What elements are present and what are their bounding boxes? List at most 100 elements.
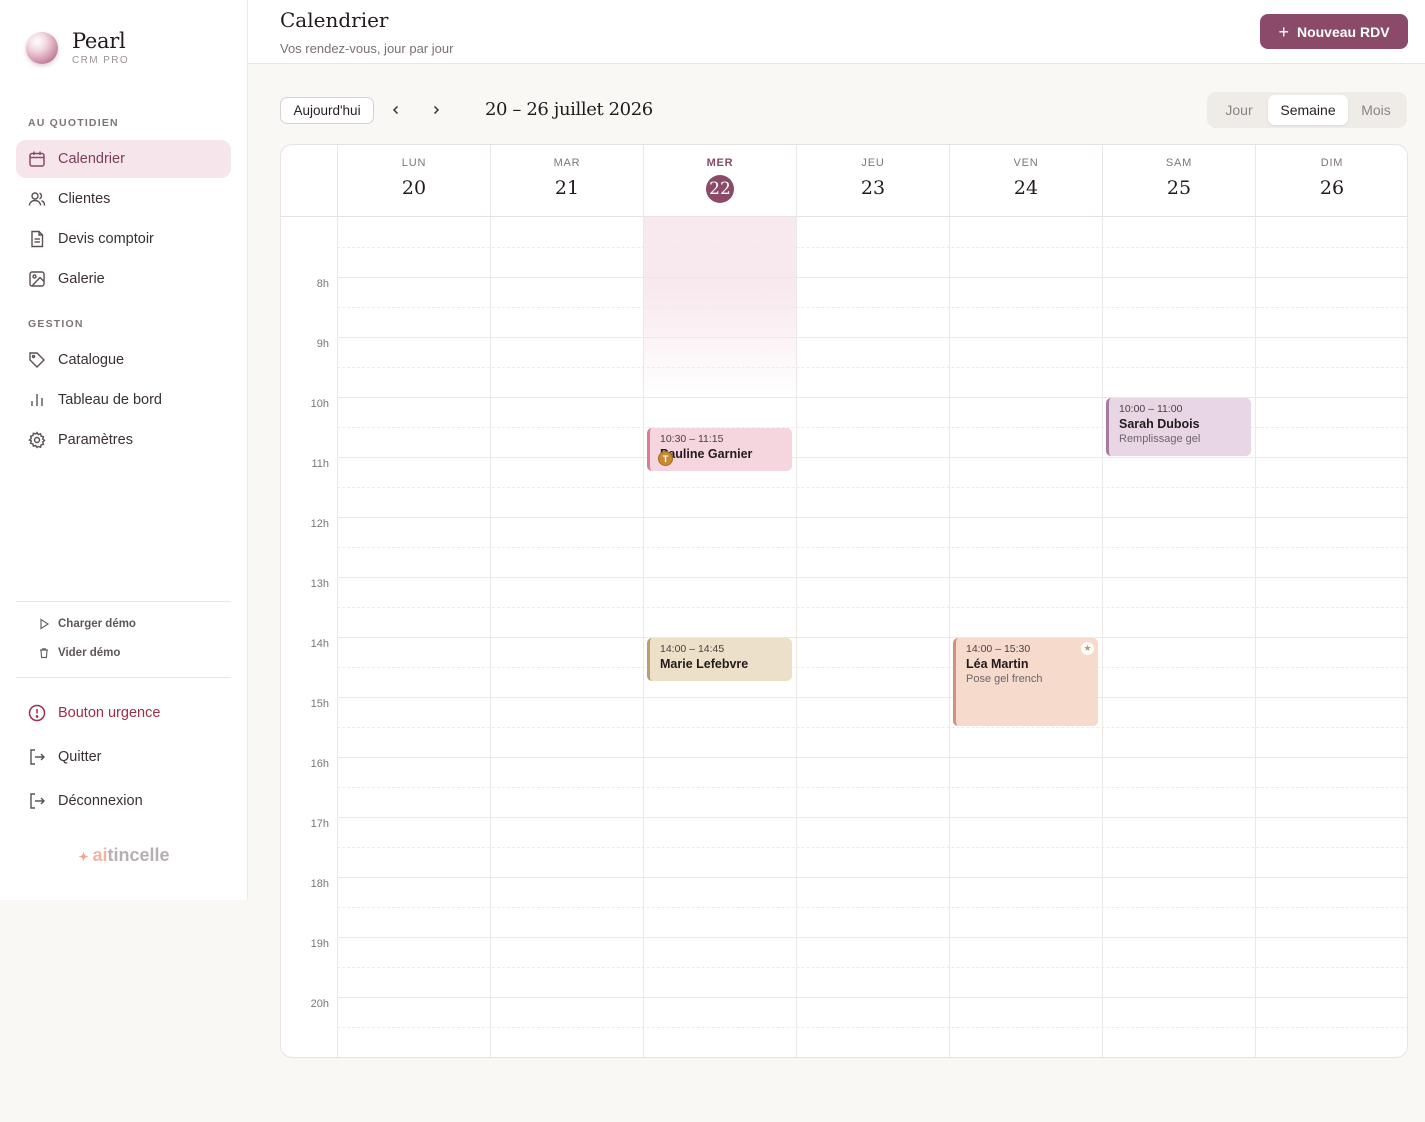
- day-column-line: [796, 217, 797, 1057]
- hour-line: [337, 757, 1407, 758]
- appointment-client: Pauline Garnier: [660, 447, 753, 461]
- new-appointment-button[interactable]: + Nouveau RDV: [1260, 14, 1408, 49]
- sidebar-item-label: Paramètres: [58, 432, 133, 448]
- logout-button[interactable]: Déconnexion: [16, 782, 231, 820]
- sidebar-divider: [16, 601, 231, 602]
- half-hour-line: [337, 667, 1407, 668]
- day-header-jeu[interactable]: JEU 23: [796, 145, 949, 217]
- appointment-service: Remplissage gel: [1119, 433, 1201, 445]
- page-title: Calendrier: [280, 8, 389, 32]
- day-name: DIM: [1320, 157, 1344, 169]
- alert-circle-icon: [28, 704, 46, 722]
- hour-line: [337, 937, 1407, 938]
- week-calendar: LUN 20 MAR 21 MER 22 JEU 23 VEN 24 SAM 25 DIM 26 8h 9h…: [280, 144, 1408, 1058]
- chevron-left-icon: [392, 105, 399, 115]
- hour-line: [337, 817, 1407, 818]
- appointment-card[interactable]: 14:00 – 14:45 Marie Lefebvre: [647, 638, 792, 681]
- appointment-client: Sarah Dubois: [1119, 417, 1200, 431]
- day-column-line: [1102, 217, 1103, 1057]
- sidebar-item-label: Tableau de bord: [58, 392, 162, 408]
- sidebar: Pearl CRM PRO AU QUOTIDIEN Calendrier Cl…: [0, 0, 248, 900]
- document-icon: [28, 230, 46, 248]
- hour-label: 15h: [310, 698, 329, 710]
- half-hour-line: [337, 1027, 1407, 1028]
- star-icon: ★: [1081, 642, 1094, 655]
- next-week-button[interactable]: [425, 99, 447, 121]
- logout-icon: [28, 792, 46, 810]
- half-hour-line: [337, 247, 1407, 248]
- section-label-daily: AU QUOTIDIEN: [28, 117, 119, 129]
- sidebar-item-tableau-de-bord[interactable]: Tableau de bord: [16, 381, 231, 419]
- logout-label: Déconnexion: [58, 793, 143, 809]
- hour-line: [337, 277, 1407, 278]
- sidebar-item-label: Catalogue: [58, 352, 125, 368]
- sidebar-item-label: Galerie: [58, 271, 105, 287]
- day-header-mar[interactable]: MAR 21: [490, 145, 643, 217]
- hour-line: [337, 997, 1407, 998]
- brand[interactable]: Pearl CRM PRO: [26, 30, 129, 66]
- day-header-mer[interactable]: MER 22: [643, 145, 796, 217]
- sidebar-divider: [16, 677, 231, 678]
- sidebar-item-galerie[interactable]: Galerie: [16, 260, 231, 298]
- calendar-grid[interactable]: 8h 9h 10h 11h 12h 13h 14h 15h 16h 17h 18h 19h 20h 10:…: [281, 217, 1407, 1057]
- page-header: Calendrier Vos rendez-vous, jour par jou…: [248, 0, 1425, 64]
- sidebar-item-calendrier[interactable]: Calendrier: [16, 140, 231, 178]
- half-hour-line: [337, 607, 1407, 608]
- view-month-tab[interactable]: Mois: [1348, 95, 1404, 125]
- appointment-time: 10:30 – 11:15: [660, 433, 724, 445]
- appointment-card[interactable]: 10:00 – 11:00 Sarah Dubois Remplissage gel: [1106, 398, 1251, 456]
- half-hour-line: [337, 847, 1407, 848]
- play-icon: [40, 618, 50, 630]
- half-hour-line: [337, 967, 1407, 968]
- users-icon: [28, 190, 46, 208]
- day-column-line: [949, 217, 950, 1057]
- chevron-right-icon: [433, 105, 440, 115]
- load-demo-button[interactable]: Charger démo: [38, 618, 136, 630]
- sidebar-item-devis-comptoir[interactable]: Devis comptoir: [16, 220, 231, 258]
- day-header-lun[interactable]: LUN 20: [337, 145, 490, 217]
- appointment-time: 14:00 – 14:45: [660, 643, 725, 655]
- status-badge: T: [658, 451, 673, 466]
- appointment-time: 14:00 – 15:30: [966, 643, 1031, 655]
- hour-label: 11h: [311, 458, 329, 470]
- quit-label: Quitter: [58, 749, 102, 765]
- previous-week-button[interactable]: [385, 99, 407, 121]
- appointment-card[interactable]: 10:30 – 11:15 Pauline Garnier T: [647, 428, 792, 471]
- view-day-tab[interactable]: Jour: [1210, 95, 1268, 125]
- sidebar-item-label: Clientes: [58, 191, 111, 207]
- sidebar-item-parametres[interactable]: Paramètres: [16, 421, 231, 459]
- today-button[interactable]: Aujourd'hui: [280, 97, 374, 124]
- hour-line: [337, 877, 1407, 878]
- sidebar-item-catalogue[interactable]: Catalogue: [16, 341, 231, 379]
- half-hour-line: [337, 727, 1407, 728]
- half-hour-line: [337, 547, 1407, 548]
- appointment-client: Marie Lefebvre: [660, 657, 749, 671]
- day-number: 22: [644, 174, 796, 203]
- page-subtitle: Vos rendez-vous, jour par jour: [280, 41, 454, 56]
- day-column-line: [337, 217, 338, 1057]
- quit-button[interactable]: Quitter: [16, 738, 231, 776]
- appointment-card[interactable]: 14:00 – 15:30 Léa Martin Pose gel french ★: [953, 638, 1098, 726]
- image-icon: [28, 270, 46, 288]
- view-switch: Jour Semaine Mois: [1207, 92, 1407, 128]
- day-header-ven[interactable]: VEN 24: [949, 145, 1102, 217]
- sparkle-icon: ✦: [78, 850, 89, 864]
- urgent-button[interactable]: Bouton urgence: [16, 694, 231, 732]
- clear-demo-button[interactable]: Vider démo: [38, 647, 120, 659]
- day-number: 25: [1166, 177, 1192, 199]
- day-column-line: [1255, 217, 1256, 1057]
- hour-label: 16h: [310, 758, 329, 770]
- trash-icon: [40, 648, 48, 659]
- day-header-dim[interactable]: DIM 26: [1255, 145, 1407, 217]
- day-header-sam[interactable]: SAM 25: [1102, 145, 1255, 217]
- clear-demo-label: Vider démo: [58, 647, 121, 659]
- half-hour-line: [337, 307, 1407, 308]
- view-week-tab[interactable]: Semaine: [1268, 95, 1348, 125]
- sidebar-item-clientes[interactable]: Clientes: [16, 180, 231, 218]
- day-number: 24: [1013, 177, 1039, 199]
- appointment-service: Pose gel french: [966, 673, 1043, 685]
- hour-line: [337, 697, 1407, 698]
- new-appointment-label: Nouveau RDV: [1296, 23, 1390, 40]
- half-hour-line: [337, 487, 1407, 488]
- urgent-label: Bouton urgence: [58, 705, 161, 721]
